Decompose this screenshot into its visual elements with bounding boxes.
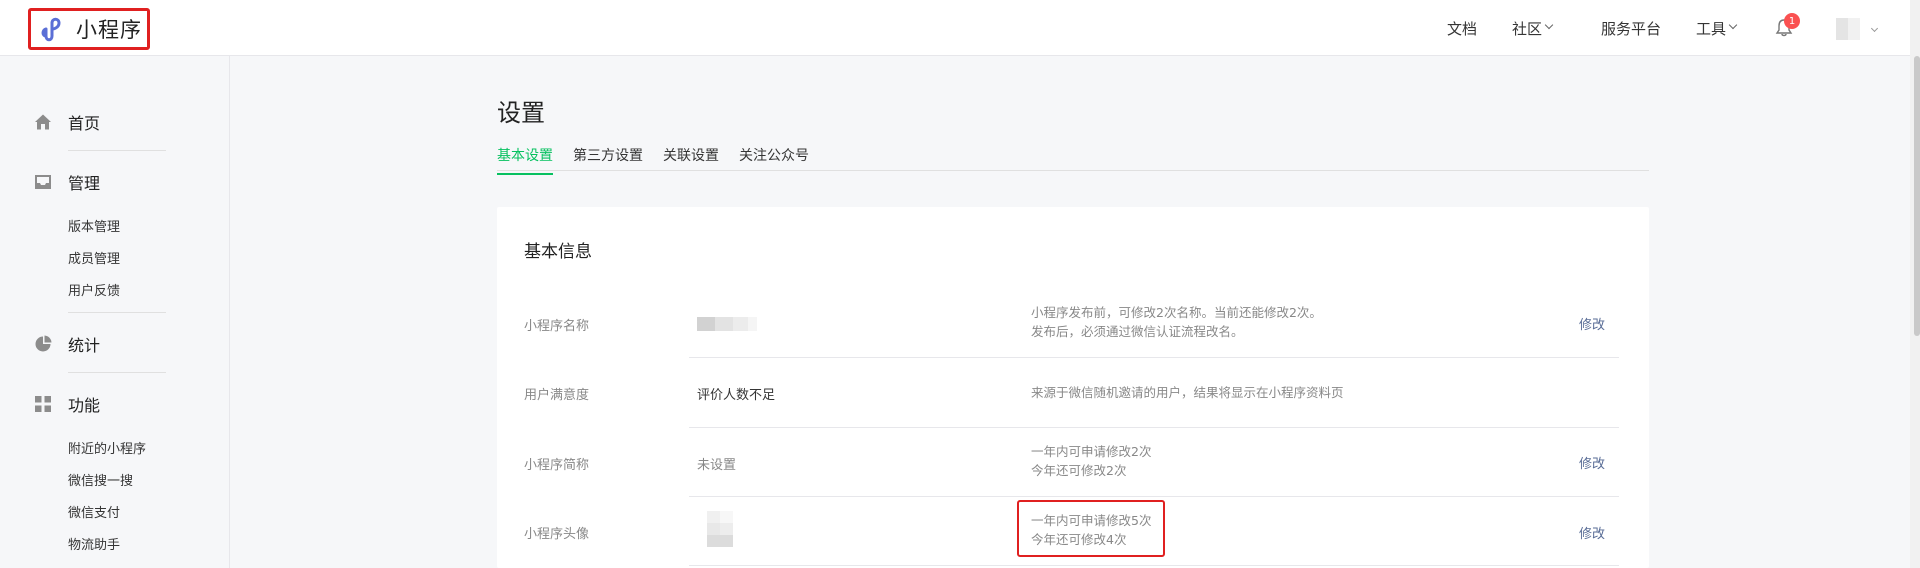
nav-docs[interactable]: 文档: [1447, 0, 1477, 56]
nav-service-platform-label: 服务平台: [1601, 19, 1662, 38]
edit-short-name-button[interactable]: 修改: [1579, 453, 1605, 472]
sidebar-subitem-user-feedback[interactable]: 用户反馈: [68, 280, 120, 299]
edit-name-button[interactable]: 修改: [1579, 314, 1605, 333]
sidebar-item-features[interactable]: 功能: [34, 392, 100, 416]
home-icon: [35, 114, 51, 130]
row-label-short-name: 小程序简称: [524, 458, 590, 473]
sidebar-item-label: 首页: [68, 114, 101, 133]
notification-badge: 1: [1784, 13, 1800, 29]
row-divider: [689, 565, 1619, 566]
row-label-avatar: 小程序头像: [524, 527, 590, 542]
tab-follow-official-account[interactable]: 关注公众号: [739, 145, 809, 173]
sidebar-item-label: 管理: [68, 174, 101, 193]
tab-third-party-settings[interactable]: 第三方设置: [573, 145, 643, 173]
row-label-satisfaction: 用户满意度: [524, 388, 590, 403]
row-label-name: 小程序名称: [524, 319, 590, 334]
scrollbar-thumb[interactable]: [1914, 56, 1920, 336]
desc-line: 小程序发布前，可修改2次名称。当前还能修改2次。: [1031, 305, 1322, 320]
page-title: 设置: [497, 99, 545, 127]
sidebar-subitem-member-manage[interactable]: 成员管理: [68, 248, 120, 267]
nav-community[interactable]: 社区: [1512, 0, 1554, 56]
sidebar-item-label: 功能: [68, 396, 101, 415]
desc-line: 今年还可修改2次: [1031, 463, 1127, 478]
satisfaction-value: 评价人数不足: [697, 388, 776, 403]
row-divider: [689, 427, 1619, 428]
sidebar-subitem-wechat-search[interactable]: 微信搜一搜: [68, 470, 133, 489]
pie-chart-icon: [35, 335, 52, 352]
nav-docs-label: 文档: [1447, 19, 1478, 38]
edit-avatar-button[interactable]: 修改: [1579, 523, 1605, 542]
nav-service-platform[interactable]: 服务平台: [1601, 0, 1661, 56]
sidebar-subitem-wechat-pay[interactable]: 微信支付: [68, 502, 120, 521]
desc-line: 发布后，必须通过微信认证流程改名。: [1031, 324, 1244, 339]
desc-line: 一年内可申请修改2次: [1031, 444, 1152, 459]
grid-icon: [35, 396, 51, 412]
card-title: 基本信息: [524, 242, 592, 262]
divider: [68, 150, 166, 151]
highlight-annotation: [1017, 500, 1165, 557]
sidebar-item-stats[interactable]: 统计: [34, 332, 100, 356]
divider: [68, 372, 166, 373]
top-header: 小程序 文档 社区 服务平台 工具 1: [0, 0, 1920, 56]
row-desc-name: 小程序发布前，可修改2次名称。当前还能修改2次。 发布后，必须通过微信认证流程改…: [1031, 303, 1322, 341]
desc-line: 来源于微信随机邀请的用户，结果将显示在小程序资料页: [1031, 385, 1344, 400]
app-avatar-image: [707, 511, 733, 547]
tab-linked-settings[interactable]: 关联设置: [663, 145, 719, 173]
app-name: 小程序: [76, 18, 142, 42]
sidebar: 首页 管理 版本管理 成员管理 用户反馈 统计 功能 附近的小程序 微信搜一搜 …: [0, 56, 230, 568]
sidebar-item-label: 统计: [68, 336, 101, 355]
miniprogram-logo-icon: [41, 17, 61, 42]
chevron-down-icon: [1728, 20, 1738, 30]
sidebar-subitem-version-manage[interactable]: 版本管理: [68, 216, 120, 235]
sidebar-item-home[interactable]: 首页: [34, 110, 100, 134]
row-desc-satisfaction: 来源于微信随机邀请的用户，结果将显示在小程序资料页: [1031, 383, 1344, 402]
nav-community-label: 社区: [1512, 19, 1543, 38]
chevron-down-icon[interactable]: [1870, 24, 1879, 33]
settings-tabs: 基本设置 第三方设置 关联设置 关注公众号: [497, 140, 1649, 175]
sidebar-item-manage[interactable]: 管理: [34, 170, 100, 194]
tab-basic-settings[interactable]: 基本设置: [497, 145, 553, 175]
row-desc-short-name: 一年内可申请修改2次 今年还可修改2次: [1031, 442, 1151, 480]
app-name-value: [697, 317, 757, 331]
nav-tools-label: 工具: [1696, 19, 1727, 38]
row-divider: [689, 357, 1619, 358]
inbox-icon: [35, 175, 51, 189]
row-divider: [689, 496, 1619, 497]
nav-tools[interactable]: 工具: [1696, 0, 1738, 56]
avatar[interactable]: [1836, 18, 1860, 40]
chevron-down-icon: [1544, 20, 1554, 30]
sidebar-subitem-logistics[interactable]: 物流助手: [68, 534, 120, 553]
divider: [68, 312, 166, 313]
short-name-value: 未设置: [697, 458, 737, 473]
sidebar-subitem-nearby[interactable]: 附近的小程序: [68, 438, 146, 457]
brand-logo-link[interactable]: 小程序: [28, 8, 150, 50]
